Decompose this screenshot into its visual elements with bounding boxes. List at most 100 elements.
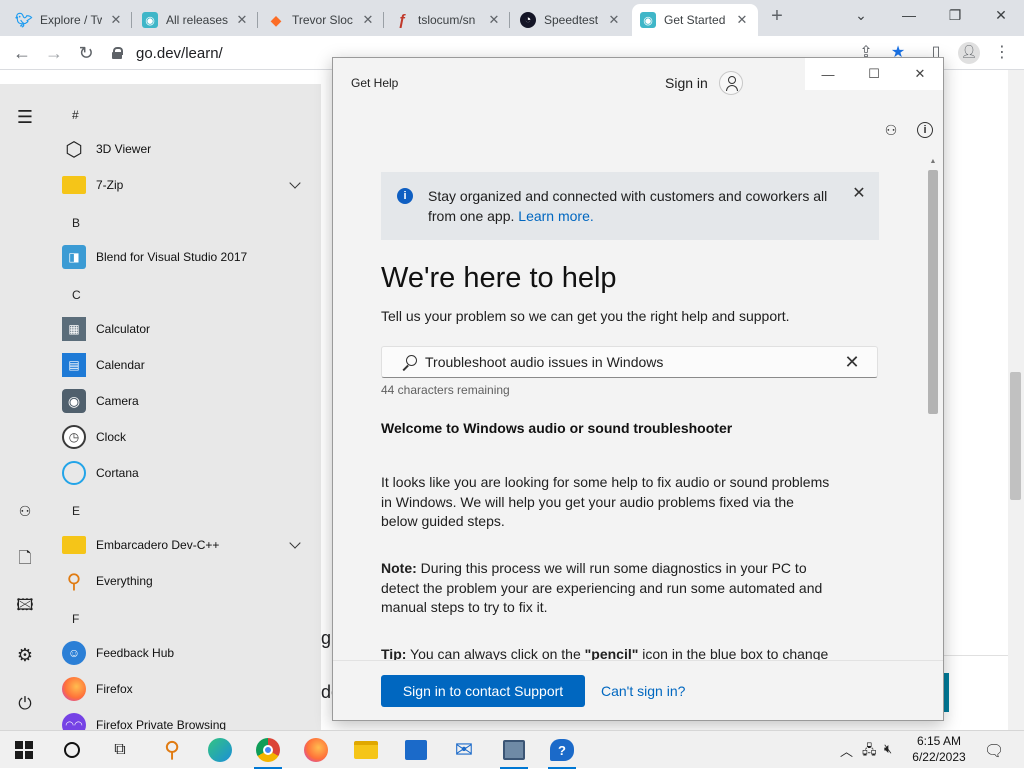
app-firefox-private[interactable]: ◠◠ Firefox Private Browsing	[62, 708, 317, 730]
sign-in-contact-support-button[interactable]: Sign in to contact Support	[381, 675, 585, 707]
app-label: 7-Zip	[96, 178, 124, 192]
app-calendar[interactable]: ▤ Calendar	[62, 348, 317, 382]
network-tool-icon[interactable]	[494, 731, 534, 769]
group-header[interactable]: E	[72, 504, 80, 518]
minimize-icon[interactable]: —	[886, 0, 932, 30]
info-icon[interactable]: i	[917, 122, 933, 138]
tab-title: Speedtest (	[544, 13, 600, 27]
app-label: Feedback Hub	[96, 646, 175, 660]
window-titlebar[interactable]: Get Help Sign in — ☐ ✕	[333, 58, 943, 108]
group-header[interactable]: C	[72, 288, 81, 302]
page-title: We're here to help	[381, 262, 617, 294]
windows-start-icon[interactable]	[4, 731, 44, 769]
note-paragraph: Note: During this process we will run so…	[381, 559, 831, 618]
help-scrollbar-thumb[interactable]	[928, 170, 938, 414]
app-calculator[interactable]: ▦ Calculator	[62, 312, 317, 346]
help-content: ⚇ i i Stay organized and connected with …	[333, 108, 943, 660]
speedtest-icon: ◔	[520, 12, 536, 28]
new-tab-button[interactable]: +	[766, 6, 788, 28]
app-feedback-hub[interactable]: ☺ Feedback Hub	[62, 636, 317, 670]
app-camera[interactable]: ◉ Camera	[62, 384, 317, 418]
clock-date: 6/22/2023	[912, 750, 966, 764]
maximize-icon[interactable]: ☐	[851, 58, 897, 90]
app-everything[interactable]: ⚲ Everything	[62, 564, 317, 598]
chevron-down-icon	[289, 177, 301, 189]
search-input[interactable]: Troubleshoot audio issues in Windows ✕	[381, 346, 878, 378]
tab-sourcehut[interactable]: ƒ tslocum/sn ✕	[386, 4, 510, 36]
app-clock[interactable]: ◷ Clock	[62, 420, 317, 454]
clear-search-icon[interactable]: ✕	[843, 353, 861, 371]
show-hidden-icons[interactable]: ︿	[840, 741, 853, 760]
cortana-search-icon[interactable]	[52, 731, 92, 769]
sign-in-link[interactable]: Sign in	[665, 75, 708, 91]
scroll-up-icon[interactable]: ▲	[929, 158, 937, 166]
app-blend[interactable]: ◨ Blend for Visual Studio 2017	[62, 240, 317, 274]
back-arrow-icon[interactable]: ←	[10, 41, 34, 65]
firefox-icon[interactable]	[296, 731, 336, 769]
power-icon[interactable]: ⏻	[14, 693, 36, 715]
url-field[interactable]: go.dev/learn/	[112, 41, 223, 65]
tab-close-icon[interactable]: ✕	[360, 12, 376, 28]
tab-close-icon[interactable]: ✕	[108, 12, 124, 28]
tab-all-releases[interactable]: ◉ All releases ✕	[134, 4, 258, 36]
cant-sign-in-link[interactable]: Can't sign in?	[601, 683, 685, 699]
lock-icon[interactable]	[112, 47, 123, 59]
tip-label: Tip:	[381, 646, 407, 660]
tab-speedtest[interactable]: ◔ Speedtest ( ✕	[512, 4, 630, 36]
everything-app-icon[interactable]: ⚲	[152, 731, 192, 769]
tab-twitter[interactable]: 🐦︎ Explore / Tw ✕	[8, 4, 132, 36]
reload-icon[interactable]: ↻	[74, 41, 98, 65]
tip-text: You can always click on the	[406, 646, 585, 660]
user-icon[interactable]: ⚇	[14, 500, 36, 522]
contact-support-icon[interactable]: ⚇	[881, 120, 901, 140]
task-view-icon[interactable]: ⧉	[100, 731, 140, 769]
forward-arrow-icon[interactable]: →	[42, 41, 66, 65]
more-menu-icon[interactable]: ⋮	[992, 43, 1012, 63]
get-help-icon[interactable]: ?	[542, 731, 582, 769]
system-clock[interactable]: 6:15 AM 6/22/2023	[906, 733, 972, 765]
tab-gitlab[interactable]: ◆ Trevor Sloc ✕	[260, 4, 384, 36]
search-value: Troubleshoot audio issues in Windows	[425, 354, 664, 370]
app-embarcadero-dev-cpp[interactable]: Embarcadero Dev-C++	[62, 528, 317, 562]
tab-close-icon[interactable]: ✕	[486, 12, 502, 28]
tab-close-icon[interactable]: ✕	[234, 12, 250, 28]
close-icon[interactable]: ✕	[978, 0, 1024, 30]
file-explorer-icon[interactable]	[346, 731, 386, 769]
documents-icon[interactable]: 🗋︎	[14, 549, 36, 571]
network-icon[interactable]: 🖧︎	[862, 741, 877, 763]
app-cortana[interactable]: Cortana	[62, 456, 317, 490]
tab-search-icon[interactable]: ⌄	[838, 0, 884, 30]
edge-icon[interactable]	[200, 731, 240, 769]
learn-more-link[interactable]: Learn more.	[518, 208, 593, 224]
window-title: Get Help	[351, 76, 399, 90]
chrome-icon[interactable]	[248, 731, 288, 769]
cortana-icon	[62, 461, 86, 485]
restore-icon[interactable]: ❐	[932, 0, 978, 30]
close-icon[interactable]: ✕	[897, 58, 943, 90]
notifications-icon[interactable]: 🗨︎	[984, 741, 1004, 761]
group-header[interactable]: F	[72, 612, 79, 626]
info-icon: i	[397, 188, 413, 204]
menu-icon[interactable]: ☰	[14, 106, 36, 128]
app-7-zip[interactable]: 7-Zip	[62, 168, 317, 202]
group-header[interactable]: B	[72, 216, 80, 230]
group-header[interactable]: #	[72, 108, 79, 122]
store-icon[interactable]	[396, 731, 436, 769]
search-icon	[402, 355, 418, 371]
tab-close-icon[interactable]: ✕	[734, 12, 750, 28]
mail-icon[interactable]: ✉	[444, 731, 484, 769]
tab-get-started[interactable]: ◉ Get Started ✕	[632, 4, 758, 36]
go-gopher-icon: ◉	[640, 12, 656, 28]
profile-avatar-icon[interactable]: 👤︎	[958, 42, 980, 64]
pictures-icon[interactable]: 🖾︎	[14, 596, 36, 618]
account-avatar-icon[interactable]	[719, 71, 743, 95]
page-scrollbar-thumb[interactable]	[1010, 372, 1021, 500]
volume-muted-icon[interactable]: 🔇︎	[884, 741, 892, 757]
calendar-icon: ▤	[62, 353, 86, 377]
app-firefox[interactable]: Firefox	[62, 672, 317, 706]
settings-icon[interactable]: ⚙	[14, 644, 36, 666]
app-3d-viewer[interactable]: ⬡ 3D Viewer	[62, 132, 317, 166]
minimize-icon[interactable]: —	[805, 58, 851, 90]
dismiss-banner-icon[interactable]: ✕	[851, 186, 867, 202]
tab-close-icon[interactable]: ✕	[606, 12, 622, 28]
